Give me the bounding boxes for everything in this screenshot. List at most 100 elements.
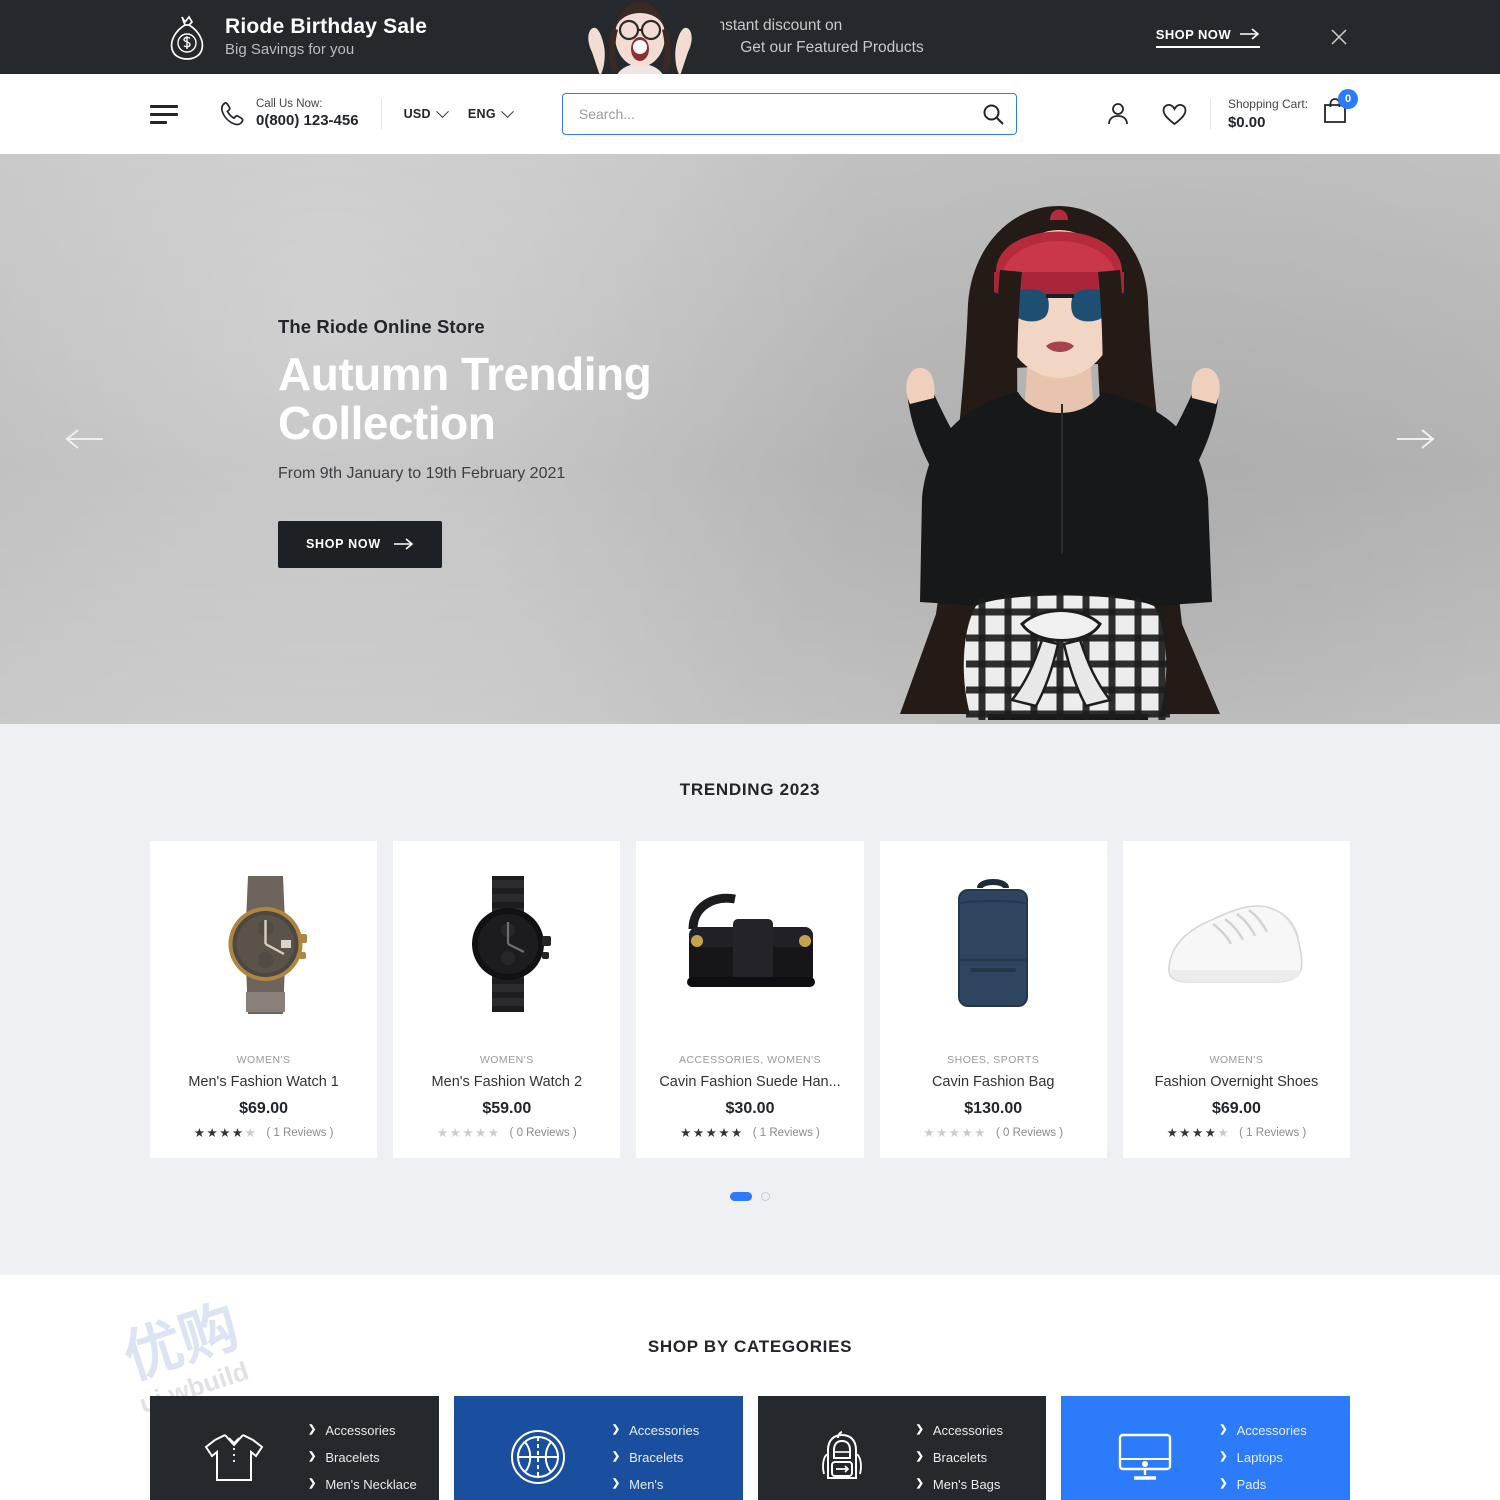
hero-prev-button[interactable] — [55, 419, 115, 459]
promo-shop-now-label: SHOP NOW — [1155, 26, 1231, 42]
category-link[interactable]: ❯ Laptops — [1219, 1451, 1306, 1464]
money-bag-icon — [167, 13, 207, 61]
category-link[interactable]: ❯ Bracelets — [916, 1451, 1003, 1464]
product-card[interactable]: ACCESSORIES, WOMEN'S Cavin Fashion Suede… — [636, 841, 864, 1158]
product-name: Men's Fashion Watch 1 — [188, 1074, 339, 1090]
chevron-right-icon: ❯ — [308, 1424, 317, 1435]
product-rating: ★★★★★ ( 0 Reviews ) — [923, 1127, 1063, 1140]
hero-shop-now-button[interactable]: SHOP NOW — [278, 520, 442, 568]
category-link-label: Men's Bags — [932, 1476, 1001, 1492]
product-image — [890, 861, 1097, 1026]
promo-subtitle: Big Savings for you — [225, 40, 355, 58]
product-name: Cavin Fashion Bag — [931, 1074, 1055, 1090]
currency-selector[interactable]: USD — [403, 104, 449, 121]
wishlist-button[interactable] — [1161, 101, 1188, 127]
category-link[interactable]: ❯ Accessories — [612, 1424, 699, 1437]
category-link[interactable]: ❯ Pads — [1219, 1478, 1306, 1491]
search-button[interactable] — [970, 94, 1016, 134]
category-link-label: Accessories — [325, 1422, 396, 1438]
search-input[interactable] — [562, 94, 970, 134]
category-link[interactable]: ❯ Accessories — [916, 1424, 1003, 1437]
product-rating: ★★★★★ ( 1 Reviews ) — [194, 1127, 334, 1140]
category-links: ❯ Accessories ❯ Bracelets ❯ Men's Necklace … — [308, 1418, 417, 1500]
product-image — [1133, 861, 1340, 1026]
chevron-right-icon: ❯ — [611, 1451, 621, 1462]
chevron-right-icon: ❯ — [915, 1424, 924, 1435]
product-card[interactable]: WOMEN'S Fashion Overnight Shoes $69.00 ★… — [1122, 841, 1351, 1158]
call-us-number: 0(800) 123-456 — [256, 112, 359, 130]
carousel-dot-active[interactable] — [730, 1191, 752, 1201]
carousel-dot[interactable] — [761, 1191, 770, 1201]
product-rating: ★★★★★ ( 0 Reviews ) — [437, 1127, 577, 1140]
product-card[interactable]: WOMEN'S Men's Fashion Watch 2 $59.00 ★★★… — [393, 841, 621, 1158]
currency-value: USD — [403, 107, 431, 121]
product-card[interactable]: SHOES, SPORTS Cavin Fashion Bag $130.00 … — [879, 841, 1107, 1158]
search-bar[interactable] — [561, 93, 1017, 135]
product-category: WOMEN'S — [1209, 1054, 1264, 1066]
hamburger-line — [150, 120, 167, 124]
category-links: ❯Accessories ❯Laptops ❯Pads ❯PCs ❯Phones — [1219, 1418, 1306, 1500]
heart-wishlist-icon — [1162, 103, 1187, 126]
product-rating: ★★★★★ ( 1 Reviews ) — [1167, 1127, 1307, 1140]
language-selector[interactable]: ENG — [467, 104, 514, 121]
product-reviews: ( 0 Reviews ) — [509, 1127, 577, 1140]
chevron-right-icon: ❯ — [1219, 1451, 1228, 1462]
product-image — [403, 861, 610, 1026]
category-link-label: Accessories — [1236, 1422, 1307, 1438]
backpack-icon — [816, 1426, 868, 1488]
call-us-block[interactable]: Call Us Now: 0(800) 123-456 — [218, 97, 359, 131]
cart-button[interactable]: 0 — [1320, 89, 1358, 131]
site-header: Call Us Now: 0(800) 123-456 USD ENG Sear… — [0, 74, 1500, 154]
tshirt-icon — [203, 1426, 265, 1488]
chevron-right-icon: ❯ — [915, 1451, 924, 1462]
hero-model-image — [750, 154, 1350, 724]
cart-label: Shopping Cart: — [1227, 96, 1308, 111]
product-category: WOMEN'S — [479, 1054, 534, 1066]
hero-shop-now-label: SHOP NOW — [306, 537, 381, 551]
category-link[interactable]: ❯ Men's Bags — [916, 1478, 1003, 1491]
account-button[interactable] — [1105, 101, 1131, 127]
hero-next-button[interactable] — [1385, 419, 1445, 459]
categories-title: SHOP BY CATEGORIES — [647, 1336, 853, 1356]
chevron-right-icon: ❯ — [915, 1478, 924, 1489]
rating-stars: ★★★★★ — [193, 1126, 258, 1140]
promo-shop-now-button[interactable]: SHOP NOW — [1155, 26, 1260, 48]
category-link[interactable]: ❯ Accessories — [308, 1424, 417, 1437]
chevron-down-icon — [436, 104, 449, 118]
header-divider — [1209, 98, 1211, 129]
category-grid: CLOTHING ❯Accessories ❯Bracelets ❯Men's … — [150, 1395, 1350, 1500]
product-category: SHOES, SPORTS — [947, 1054, 1040, 1066]
hero-slider: The Riode Online Store Autumn Trending C… — [0, 154, 1500, 724]
hamburger-menu-icon[interactable] — [150, 104, 178, 124]
hero-title-line1: Autumn Trending — [278, 348, 652, 400]
product-price: $69.00 — [239, 1100, 289, 1117]
category-card-computers[interactable]: COMPUTERS ❯Accessories ❯Laptops ❯Pads ❯P… — [1061, 1395, 1350, 1500]
category-link[interactable]: ❯ Bracelets — [308, 1451, 417, 1464]
product-list: WOMEN'S Men's Fashion Watch 1 $69.00 ★★★… — [150, 841, 1351, 1158]
category-link-label: Bracelets — [932, 1449, 988, 1465]
promo-close-button[interactable] — [1328, 26, 1350, 48]
category-link[interactable]: ❯ Men's — [612, 1478, 699, 1491]
product-card[interactable]: WOMEN'S Men's Fashion Watch 1 $69.00 ★★★… — [150, 841, 378, 1158]
category-link[interactable]: ❯ Bracelets — [612, 1451, 699, 1464]
hero-dates: From 9th January to 19th February 2021 — [278, 464, 566, 482]
category-card-clothing[interactable]: CLOTHING ❯Accessories ❯Bracelets ❯Men's … — [150, 1395, 439, 1500]
promo-banner: Riode Birthday Sale Big Savings for you — [0, 0, 1500, 74]
arrow-right-icon — [1240, 28, 1260, 40]
cart-summary[interactable]: Shopping Cart: $0.00 — [1228, 96, 1308, 132]
hamburger-line — [150, 112, 178, 116]
chevron-right-icon: ❯ — [1219, 1478, 1228, 1489]
product-reviews: ( 1 Reviews ) — [1239, 1127, 1307, 1140]
category-card-accessories[interactable]: ACCESSORIES ❯Accessories ❯Bracelets ❯Men… — [453, 1395, 743, 1500]
product-price: $30.00 — [725, 1100, 775, 1117]
chevron-right-icon: ❯ — [611, 1478, 621, 1489]
promo-photo — [555, 0, 725, 74]
category-link[interactable]: ❯ Men's Necklace — [308, 1478, 417, 1491]
basketball-icon — [509, 1426, 567, 1488]
language-value: ENG — [467, 107, 496, 121]
category-link[interactable]: ❯ Accessories — [1219, 1424, 1306, 1437]
user-account-icon — [1108, 103, 1128, 125]
hero-title: Autumn Trending Collection — [278, 350, 698, 448]
promo-message-line2: Get our Featured Products — [740, 39, 924, 56]
category-card-backpacks[interactable]: BACKPACKS ❯Accessories ❯Bracelets ❯Men's… — [757, 1395, 1047, 1500]
